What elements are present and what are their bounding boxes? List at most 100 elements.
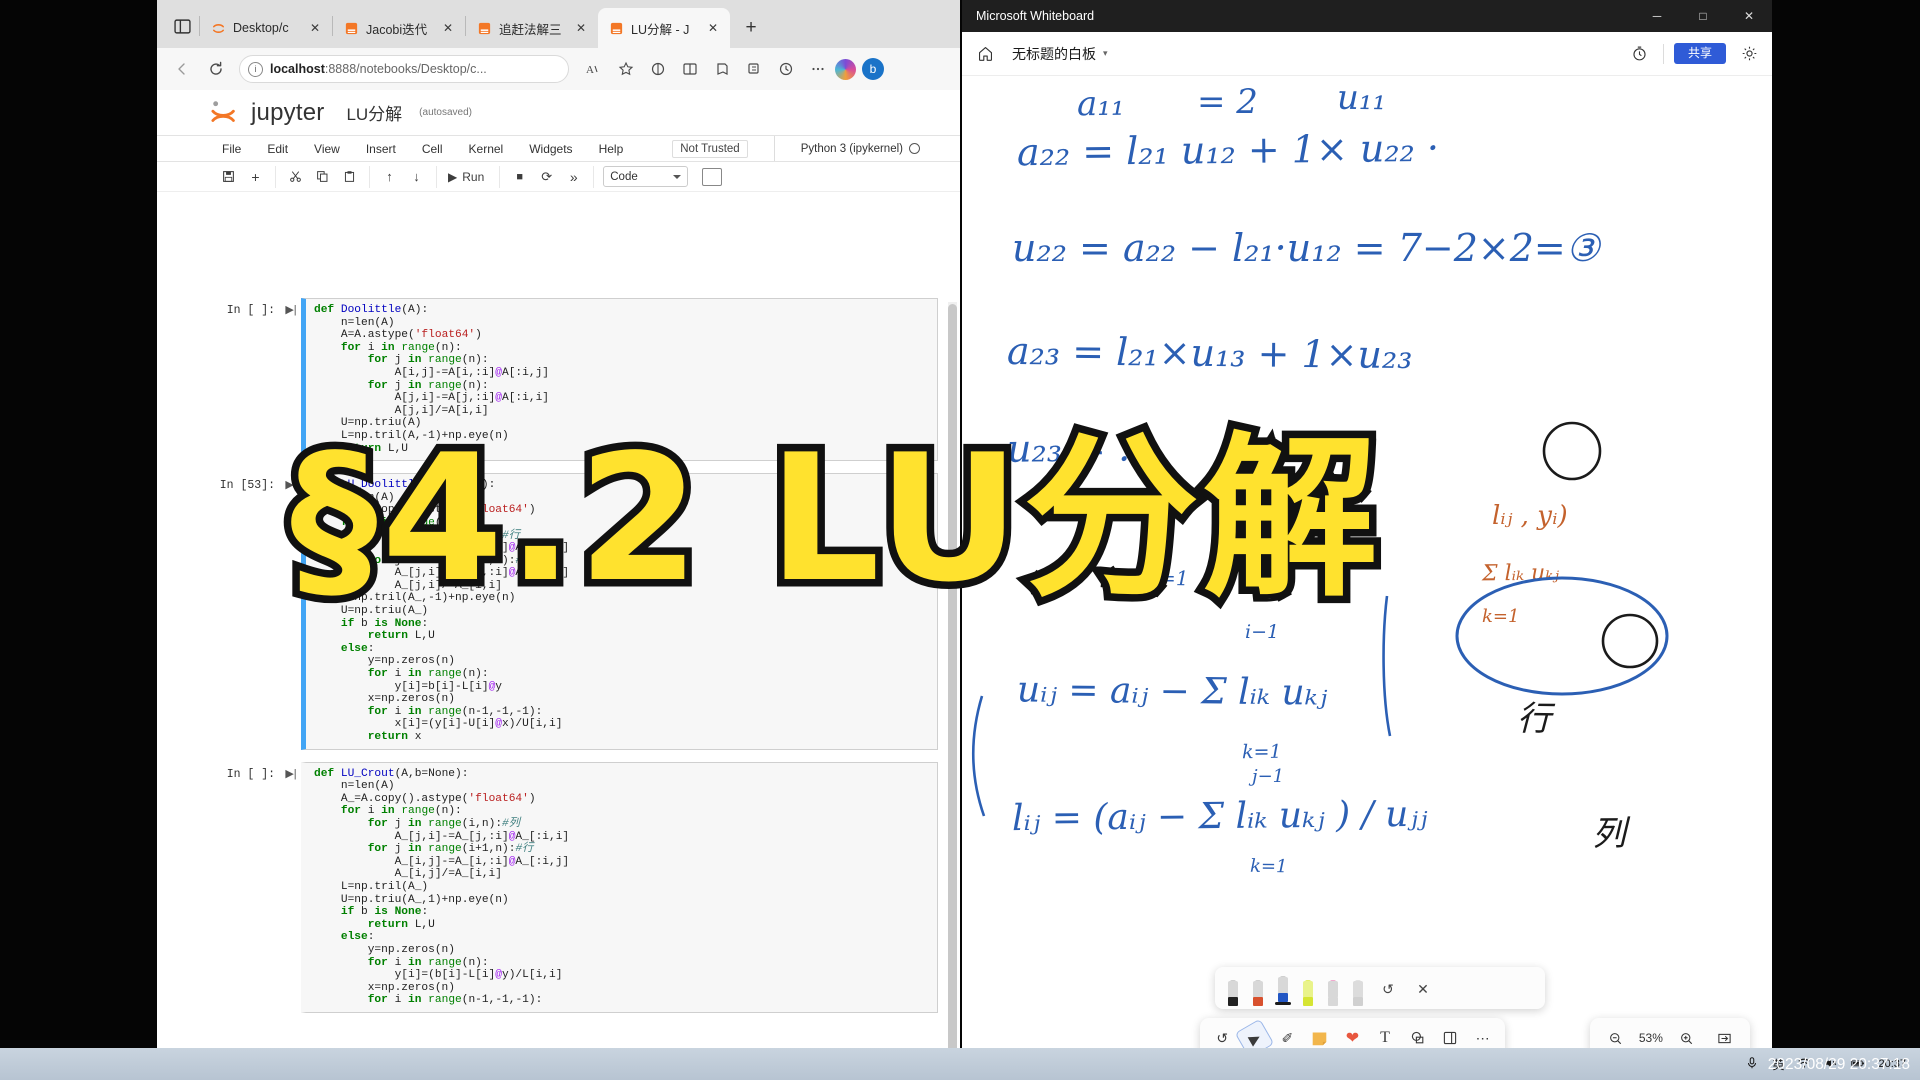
pen-red[interactable] [1250, 972, 1266, 1006]
close-tab-icon[interactable]: ✕ [572, 19, 590, 37]
menu-file[interactable]: File [209, 142, 254, 156]
tab-actions-icon[interactable] [165, 7, 199, 45]
scrollbar-thumb[interactable] [948, 304, 957, 1050]
menu-view[interactable]: View [301, 142, 353, 156]
menu-kernel[interactable]: Kernel [456, 142, 517, 156]
close-tab-icon[interactable]: ✕ [439, 19, 457, 37]
ink-stroke-11: uᵢⱼ = aᵢⱼ − Σ lᵢₖ uₖⱼ [1016, 669, 1328, 714]
lasso-icon[interactable]: ↺ [1375, 974, 1401, 1004]
close-tab-icon[interactable]: ✕ [704, 19, 722, 37]
move-cell-down-button[interactable]: ↓ [403, 166, 430, 188]
url-host: localhost [270, 62, 325, 76]
code-line: for j in range(n): [367, 354, 489, 367]
code-line: A=A.astype('float64') [314, 329, 482, 342]
history-icon[interactable] [771, 54, 801, 84]
run-button[interactable]: ▶ Run [443, 170, 493, 184]
cell-type-select[interactable]: Code [603, 166, 689, 187]
restart-run-all-button[interactable]: » [560, 166, 587, 188]
read-aloud-icon[interactable]: A [579, 54, 609, 84]
pen-pink[interactable] [1325, 972, 1341, 1006]
notebook-favicon [609, 21, 624, 36]
scissors-icon[interactable] [282, 166, 309, 188]
cell-code-2[interactable]: def LU_Crout(A,b=None): n=len(A) A_=A.co… [301, 761, 938, 1013]
code-line: x[i]=(y[i]-U[i]@x)/U[i,i] [314, 718, 563, 731]
timer-icon[interactable] [1627, 41, 1653, 67]
site-info-icon[interactable]: i [248, 61, 263, 77]
address-bar-actions: A b [579, 54, 884, 84]
code-line: def LU_Crout(A,b=None): [314, 767, 469, 780]
back-button[interactable] [167, 54, 197, 84]
ink-stroke-0: a₁₁ [1076, 83, 1125, 125]
pen-black[interactable] [1225, 972, 1241, 1006]
notebook-scroll-area[interactable]: In [ ]: ▶| def Doolittle(A): n=len(A) A=… [157, 298, 960, 1050]
recording-timestamp: 2023/08/29 20:37:18 [1767, 1056, 1910, 1073]
code-line: A_[j,i]-=A_[j,:i]@A_[:i,i] [314, 830, 570, 843]
browser-essentials-icon[interactable] [643, 54, 673, 84]
zoom-level: 53% [1638, 1031, 1663, 1045]
browser-tab-0[interactable]: Desktop/c ✕ [200, 8, 332, 48]
close-button[interactable]: ✕ [1726, 0, 1772, 32]
browser-tab-strip: Desktop/c ✕ Jacobi迭代 ✕ 追赶法解三 ✕ LU分解 - J … [157, 0, 960, 48]
browser-tab-title: LU分解 - J [631, 22, 690, 37]
menu-cell[interactable]: Cell [409, 142, 456, 156]
board-name-menu[interactable]: 无标题的白板 ▾ [1012, 44, 1108, 64]
keyboard-icon[interactable] [702, 167, 723, 186]
code-line: x=np.zeros(n) [314, 693, 455, 706]
eraser[interactable] [1350, 972, 1366, 1006]
microphone-icon[interactable] [1745, 1056, 1759, 1073]
insert-cell-below-button[interactable]: + [242, 166, 269, 188]
collections-icon[interactable] [739, 54, 769, 84]
favorites-icon[interactable] [707, 54, 737, 84]
browser-address-bar: i localhost:8888/notebooks/Desktop/c... … [157, 48, 960, 90]
paste-icon[interactable] [336, 166, 363, 188]
code-line: return L,U [367, 918, 435, 931]
menu-widgets[interactable]: Widgets [516, 142, 585, 156]
save-icon[interactable] [215, 166, 242, 188]
code-line: def Doolittle(A): [314, 304, 429, 316]
pen-blue-selected[interactable] [1275, 968, 1291, 1005]
notebook-title[interactable]: LU分解 [346, 100, 402, 125]
code-line: for i in range(n-1,-1,-1): [367, 705, 543, 718]
minimize-button[interactable]: ─ [1634, 0, 1680, 32]
highlighter-yellow[interactable] [1300, 972, 1316, 1006]
notebook-scrollbar[interactable] [948, 302, 957, 1050]
code-line: L=np.tril(A_) [314, 880, 429, 893]
move-cell-up-button[interactable]: ↑ [376, 166, 403, 188]
browser-tab-2[interactable]: 追赶法解三 ✕ [466, 8, 598, 48]
kernel-indicator[interactable]: Python 3 (ipykernel) [773, 136, 920, 161]
jupyter-logo-icon [209, 100, 239, 126]
new-tab-button[interactable]: + [736, 13, 766, 43]
menu-insert[interactable]: Insert [353, 142, 409, 156]
favorite-star-icon[interactable] [611, 54, 641, 84]
copy-icon[interactable] [309, 166, 336, 188]
maximize-button[interactable]: □ [1680, 0, 1726, 32]
home-icon[interactable] [972, 41, 998, 67]
profile-avatar[interactable]: b [862, 58, 884, 80]
notebook-cell-2[interactable]: In [ ]: ▶| def LU_Crout(A,b=None): n=len… [209, 761, 938, 1013]
trust-status-badge[interactable]: Not Trusted [672, 139, 748, 158]
more-menu-icon[interactable] [803, 54, 833, 84]
close-tab-icon[interactable]: ✕ [306, 19, 324, 37]
code-line: for i in range(n): [340, 805, 462, 818]
restart-kernel-button[interactable]: ⟳ [533, 166, 560, 188]
toolbar-group-edit [276, 165, 370, 188]
copilot-icon[interactable] [835, 58, 856, 80]
share-button[interactable]: 共享 [1673, 43, 1726, 64]
cell-run-icon[interactable]: ▶| [281, 762, 301, 1013]
url-bar[interactable]: i localhost:8888/notebooks/Desktop/c... [239, 55, 569, 83]
code-line: for i in range(n-1,-1,-1): [367, 994, 543, 1007]
jupyter-brand[interactable]: jupyter [251, 99, 324, 127]
menu-help[interactable]: Help [586, 142, 637, 156]
ink-stroke-17: k=1 [1249, 855, 1288, 878]
gear-icon[interactable] [1736, 41, 1762, 67]
browser-tab-1[interactable]: Jacobi迭代 ✕ [333, 8, 465, 48]
browser-tab-3-active[interactable]: LU分解 - J ✕ [598, 8, 730, 48]
close-tray-icon[interactable]: ✕ [1410, 974, 1436, 1004]
reload-button[interactable] [201, 54, 231, 84]
code-line: for j in range(i,n):#列 [367, 817, 520, 830]
browser-tab-title: 追赶法解三 [499, 22, 562, 37]
menu-edit[interactable]: Edit [254, 142, 301, 156]
run-label: Run [462, 169, 485, 184]
split-screen-icon[interactable] [675, 54, 705, 84]
interrupt-kernel-button[interactable]: ■ [506, 166, 533, 188]
